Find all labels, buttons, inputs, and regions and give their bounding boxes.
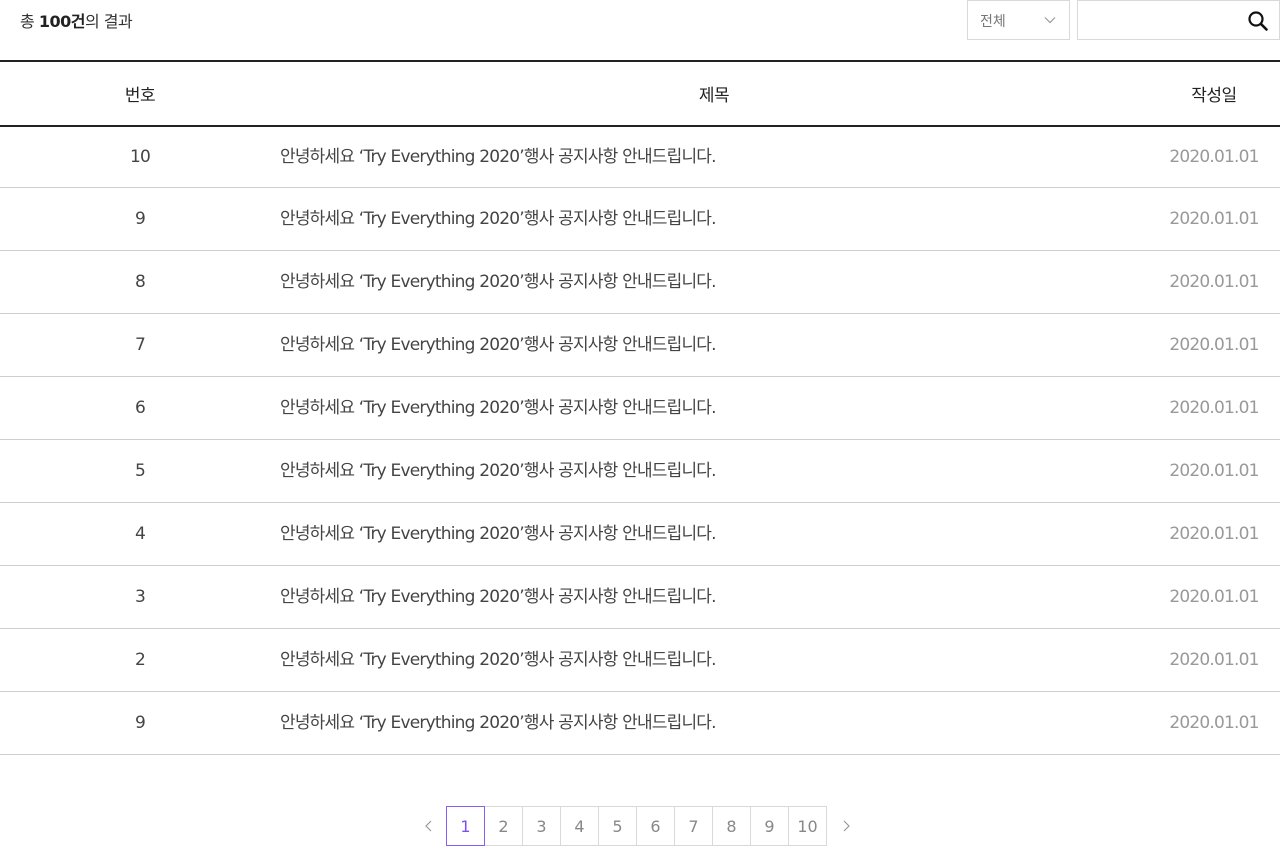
page-button[interactable]: 2 — [484, 806, 523, 846]
page-button[interactable]: 4 — [560, 806, 599, 846]
row-number: 9 — [134, 712, 146, 733]
row-number: 5 — [134, 460, 146, 481]
chevron-down-icon — [1044, 17, 1056, 24]
row-date: 2020.01.01 — [1169, 649, 1259, 670]
category-select-value: 전체 — [980, 14, 1006, 30]
row-title-link[interactable]: 안녕하세요 ‘Try Everything 2020’행사 공지사항 안내드립니… — [280, 267, 717, 292]
row-title-cell: 안녕하세요 ‘Try Everything 2020’행사 공지사항 안내드립니… — [280, 126, 1148, 187]
page-button[interactable]: 10 — [788, 806, 827, 846]
row-date: 2020.01.01 — [1169, 208, 1259, 229]
row-title-cell: 안녕하세요 ‘Try Everything 2020’행사 공지사항 안내드립니… — [280, 565, 1148, 628]
row-date: 2020.01.01 — [1169, 146, 1259, 167]
board-toolbar: 총 100건의 결과 전체 — [0, 0, 1280, 60]
search-input[interactable] — [1086, 7, 1236, 33]
result-count-suffix: 의 결과 — [84, 12, 133, 31]
page-button-current[interactable]: 1 — [446, 806, 485, 846]
row-title-link[interactable]: 안녕하세요 ‘Try Everything 2020’행사 공지사항 안내드립니… — [280, 204, 717, 229]
row-title-cell: 안녕하세요 ‘Try Everything 2020’행사 공지사항 안내드립니… — [280, 250, 1148, 313]
table-row[interactable]: 10 안녕하세요 ‘Try Everything 2020’행사 공지사항 안내… — [0, 126, 1280, 187]
page-button[interactable]: 5 — [598, 806, 637, 846]
row-number: 8 — [134, 271, 146, 292]
chevron-right-icon — [843, 820, 850, 832]
row-number: 6 — [134, 397, 146, 418]
table-row[interactable]: 6 안녕하세요 ‘Try Everything 2020’행사 공지사항 안내드… — [0, 376, 1280, 439]
page-button[interactable]: 6 — [636, 806, 675, 846]
next-page-button[interactable] — [827, 806, 864, 846]
row-title-cell: 안녕하세요 ‘Try Everything 2020’행사 공지사항 안내드립니… — [280, 439, 1148, 502]
row-title-cell: 안녕하세요 ‘Try Everything 2020’행사 공지사항 안내드립니… — [280, 628, 1148, 691]
row-number: 9 — [134, 208, 146, 229]
row-title-link[interactable]: 안녕하세요 ‘Try Everything 2020’행사 공지사항 안내드립니… — [280, 330, 717, 355]
table-row[interactable]: 5 안녕하세요 ‘Try Everything 2020’행사 공지사항 안내드… — [0, 439, 1280, 502]
chevron-left-icon — [424, 820, 431, 832]
row-title-cell: 안녕하세요 ‘Try Everything 2020’행사 공지사항 안내드립니… — [280, 376, 1148, 439]
row-title-cell: 안녕하세요 ‘Try Everything 2020’행사 공지사항 안내드립니… — [280, 502, 1148, 565]
row-date: 2020.01.01 — [1169, 586, 1259, 607]
result-count-value: 100건 — [38, 12, 86, 31]
prev-page-button[interactable] — [410, 806, 447, 846]
row-date: 2020.01.01 — [1169, 523, 1259, 544]
row-date: 2020.01.01 — [1169, 271, 1259, 292]
table-row[interactable]: 2 안녕하세요 ‘Try Everything 2020’행사 공지사항 안내드… — [0, 628, 1280, 691]
table-row[interactable]: 3 안녕하세요 ‘Try Everything 2020’행사 공지사항 안내드… — [0, 565, 1280, 628]
table-row[interactable]: 9 안녕하세요 ‘Try Everything 2020’행사 공지사항 안내드… — [0, 187, 1280, 250]
page-button[interactable]: 8 — [712, 806, 751, 846]
table-row[interactable]: 8 안녕하세요 ‘Try Everything 2020’행사 공지사항 안내드… — [0, 250, 1280, 313]
row-date: 2020.01.01 — [1169, 712, 1259, 733]
page-button[interactable]: 3 — [522, 806, 561, 846]
row-number: 7 — [134, 334, 146, 355]
table-row[interactable]: 9 안녕하세요 ‘Try Everything 2020’행사 공지사항 안내드… — [0, 691, 1280, 754]
column-header-title: 제목 — [698, 86, 730, 106]
result-count-prefix: 총 — [20, 12, 39, 31]
page-button[interactable]: 9 — [750, 806, 789, 846]
page-button[interactable]: 7 — [674, 806, 713, 846]
row-date: 2020.01.01 — [1169, 460, 1259, 481]
row-date: 2020.01.01 — [1169, 397, 1259, 418]
row-title-cell: 안녕하세요 ‘Try Everything 2020’행사 공지사항 안내드립니… — [280, 313, 1148, 376]
row-number: 2 — [134, 649, 146, 670]
search-icon[interactable] — [1247, 10, 1269, 32]
notice-table: 번호 제목 작성일 10 안녕하세요 ‘Try Everything 2020’… — [0, 60, 1280, 755]
pagination: 1 2 3 4 5 6 7 8 9 10 — [410, 806, 864, 846]
table-header-row: 번호 제목 작성일 — [0, 61, 1280, 126]
row-title-link[interactable]: 안녕하세요 ‘Try Everything 2020’행사 공지사항 안내드립니… — [280, 393, 717, 418]
row-number: 3 — [134, 586, 146, 607]
row-title-cell: 안녕하세요 ‘Try Everything 2020’행사 공지사항 안내드립니… — [280, 187, 1148, 250]
row-title-link[interactable]: 안녕하세요 ‘Try Everything 2020’행사 공지사항 안내드립니… — [280, 142, 717, 167]
category-select[interactable]: 전체 — [967, 0, 1070, 40]
row-title-link[interactable]: 안녕하세요 ‘Try Everything 2020’행사 공지사항 안내드립니… — [280, 519, 717, 544]
table-row[interactable]: 7 안녕하세요 ‘Try Everything 2020’행사 공지사항 안내드… — [0, 313, 1280, 376]
row-date: 2020.01.01 — [1169, 334, 1259, 355]
row-title-link[interactable]: 안녕하세요 ‘Try Everything 2020’행사 공지사항 안내드립니… — [280, 645, 717, 670]
row-title-cell: 안녕하세요 ‘Try Everything 2020’행사 공지사항 안내드립니… — [280, 691, 1148, 754]
row-number: 10 — [129, 146, 151, 167]
table-row[interactable]: 4 안녕하세요 ‘Try Everything 2020’행사 공지사항 안내드… — [0, 502, 1280, 565]
search-box — [1077, 0, 1280, 40]
column-header-date: 작성일 — [1191, 86, 1237, 106]
result-count: 총 100건의 결과 — [20, 8, 133, 32]
row-title-link[interactable]: 안녕하세요 ‘Try Everything 2020’행사 공지사항 안내드립니… — [280, 582, 717, 607]
column-header-number: 번호 — [124, 86, 156, 106]
row-number: 4 — [134, 523, 146, 544]
row-title-link[interactable]: 안녕하세요 ‘Try Everything 2020’행사 공지사항 안내드립니… — [280, 708, 717, 733]
row-title-link[interactable]: 안녕하세요 ‘Try Everything 2020’행사 공지사항 안내드립니… — [280, 456, 717, 481]
